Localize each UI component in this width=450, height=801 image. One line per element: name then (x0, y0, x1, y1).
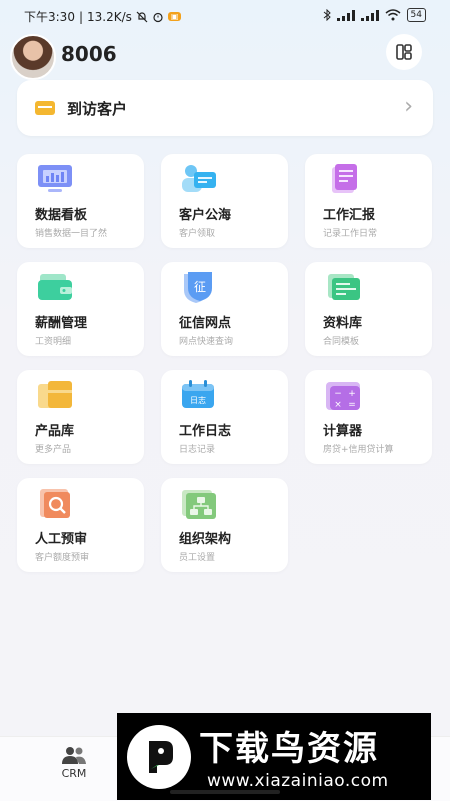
tile-title: 征信网点 (179, 316, 232, 331)
tile-work-log[interactable]: 日志 工作日志 日志记录 (161, 370, 288, 464)
tile-credit-outlets[interactable]: 征 征信网点 网点快速查询 (161, 262, 288, 356)
tile-title: 客户公海 (179, 208, 232, 223)
tile-title: 工作汇报 (323, 208, 376, 223)
tile-title: 工作日志 (179, 424, 232, 439)
tile-subtitle: 更多产品 (35, 445, 72, 455)
tile-subtitle: 合同模板 (323, 337, 360, 347)
calendar-log-icon: 日志 (182, 380, 214, 408)
chevron-right-icon: › (404, 94, 413, 119)
svg-text:日志: 日志 (190, 395, 206, 405)
alarm-icon (153, 12, 163, 22)
tile-title: 资料库 (323, 316, 363, 331)
tile-calculator[interactable]: − + × = 计算器 房贷+信用贷计算 (305, 370, 432, 464)
tile-subtitle: 房贷+信用贷计算 (323, 445, 394, 455)
tile-data-dashboard[interactable]: 数据看板 销售数据一目了然 (17, 154, 144, 248)
svg-text:征: 征 (194, 280, 206, 294)
monitor-chart-icon (38, 165, 72, 192)
tile-work-report[interactable]: 工作汇报 记录工作日常 (305, 154, 432, 248)
grid-layout-icon (396, 44, 412, 60)
tile-subtitle: 日志记录 (179, 445, 216, 455)
mute-bell-icon (136, 11, 148, 22)
tab-crm-label: CRM (61, 767, 87, 780)
credit-shield-icon: 征 (184, 272, 212, 303)
calculator-icon: − + × = (326, 382, 360, 410)
report-doc-icon (332, 164, 357, 193)
tile-title: 数据看板 (35, 208, 88, 223)
watermark-title: 下载鸟资源 (199, 729, 379, 769)
bird-logo-icon (127, 725, 191, 789)
watermark-banner: 下载鸟资源 www.xiazainiao.com (117, 713, 431, 800)
avatar[interactable] (10, 34, 56, 80)
app-notification-icon: ▣ (167, 12, 182, 21)
watermark-url: www.xiazainiao.com (207, 771, 389, 791)
svg-text:×: × (334, 400, 342, 410)
wallet-icon (38, 274, 72, 300)
status-separator: | (78, 9, 83, 24)
signal-icon (336, 9, 355, 21)
header: 8006 (0, 32, 450, 80)
tile-subtitle: 销售数据一目了然 (35, 229, 108, 239)
card-icon (35, 101, 55, 115)
layout-toggle-button[interactable] (386, 34, 422, 70)
tile-subtitle: 员工设置 (179, 553, 216, 563)
status-right: 54 (323, 8, 426, 22)
org-chart-icon (182, 490, 216, 519)
svg-text:+: + (348, 389, 356, 399)
tile-subtitle: 记录工作日常 (323, 229, 378, 239)
status-bar: 下午3:30 | 13.2K/s ▣ 54 (0, 0, 450, 30)
wifi-icon (385, 9, 401, 21)
tile-salary-management[interactable]: 薪酬管理 工资明细 (17, 262, 144, 356)
svg-text:−: − (334, 389, 342, 399)
people-icon (62, 747, 86, 764)
bluetooth-icon (323, 9, 331, 21)
tile-subtitle: 客户领取 (179, 229, 216, 239)
search-doc-icon (40, 489, 70, 518)
visit-customers-card[interactable]: 到访客户 › (17, 80, 433, 136)
status-left: 下午3:30 | 13.2K/s ▣ (24, 8, 182, 25)
customer-card-icon (182, 165, 216, 192)
visit-customers-label: 到访客户 (67, 100, 128, 118)
tile-customer-pool[interactable]: 客户公海 客户领取 (161, 154, 288, 248)
status-net-speed: 13.2K/s (87, 9, 132, 24)
tile-product-library[interactable]: 产品库 更多产品 (17, 370, 144, 464)
battery-icon: 54 (406, 8, 426, 22)
username: 8006 (61, 42, 117, 66)
tile-title: 计算器 (323, 424, 363, 439)
tile-title: 薪酬管理 (35, 316, 88, 331)
tile-subtitle: 网点快速查询 (179, 337, 234, 347)
tile-title: 组织架构 (179, 532, 232, 547)
tile-title: 人工预审 (35, 532, 88, 547)
tile-document-library[interactable]: 资料库 合同模板 (305, 262, 432, 356)
tab-crm[interactable]: CRM (50, 745, 98, 791)
tile-manual-pre-review[interactable]: 人工预审 客户额度预审 (17, 478, 144, 572)
tile-subtitle: 客户额度预审 (35, 553, 90, 563)
svg-text:=: = (348, 400, 356, 410)
signal-2-icon (360, 9, 379, 21)
product-box-icon (38, 381, 72, 408)
tile-subtitle: 工资明细 (35, 337, 72, 347)
database-icon (328, 274, 360, 300)
tile-org-structure[interactable]: 组织架构 员工设置 (161, 478, 288, 572)
home-indicator[interactable] (170, 790, 280, 794)
status-time: 下午3:30 (24, 10, 75, 24)
tile-title: 产品库 (35, 424, 75, 439)
